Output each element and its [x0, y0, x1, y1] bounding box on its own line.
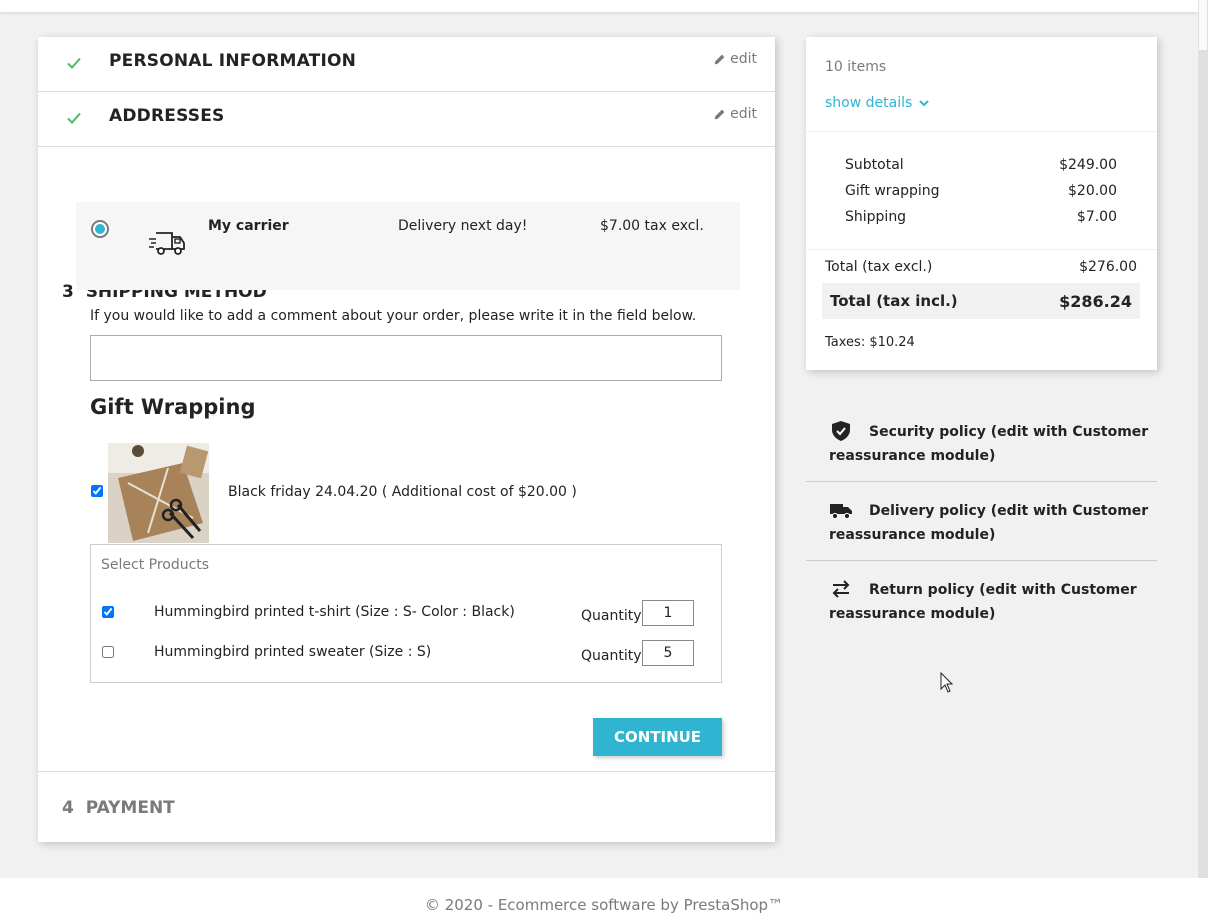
- summary-line-gift-wrapping: Gift wrapping $20.00: [845, 183, 1117, 199]
- gift-wrapping-title: Gift Wrapping: [90, 395, 256, 419]
- carrier-price: $7.00 tax excl.: [600, 218, 704, 234]
- cart-summary: 10 items show details Subtotal $249.00 G…: [806, 37, 1157, 370]
- step-title: PERSONAL INFORMATION: [109, 51, 357, 71]
- line-value: $249.00: [1059, 157, 1117, 173]
- reassurance-delivery: Delivery policy (edit with Customer reas…: [806, 482, 1157, 561]
- reassurance-text: Security policy (edit with Customer reas…: [829, 424, 1149, 464]
- product-row: Hummingbird printed t-shirt (Size : S- C…: [91, 600, 721, 630]
- line-label: Shipping: [845, 209, 907, 225]
- scrollbar-thumb[interactable]: [1199, 0, 1207, 50]
- divider: [806, 131, 1157, 132]
- reassurance-return: Return policy (edit with Customer reassu…: [806, 561, 1157, 640]
- gift-wrapping-image: [108, 443, 209, 543]
- footer: © 2020 - Ecommerce software by PrestaSho…: [0, 878, 1208, 920]
- carrier-name: My carrier: [208, 218, 289, 234]
- taxes-amount: Taxes: $10.24: [825, 335, 915, 350]
- chevron-down-icon: [919, 100, 929, 107]
- summary-line-shipping: Shipping $7.00: [845, 209, 1117, 225]
- reassurance-text: Delivery policy (edit with Customer reas…: [829, 503, 1149, 543]
- product-row: Hummingbird printed sweater (Size : S) Q…: [91, 640, 721, 670]
- edit-addresses-link[interactable]: edit: [713, 106, 757, 122]
- edit-label: edit: [730, 51, 757, 67]
- step-number: 4: [62, 798, 74, 818]
- show-details-label: show details: [825, 95, 913, 111]
- reassurance-block: Security policy (edit with Customer reas…: [806, 403, 1157, 640]
- product-checkbox[interactable]: [102, 606, 114, 618]
- reassurance-text: Return policy (edit with Customer reassu…: [829, 582, 1137, 622]
- quantity-label: Quantity: [581, 608, 642, 624]
- line-label: Subtotal: [845, 157, 904, 173]
- comment-label: If you would like to add a comment about…: [90, 308, 697, 324]
- top-bar: [0, 0, 1198, 12]
- total-incl-value: $286.24: [1059, 292, 1132, 311]
- truck-icon: [149, 232, 185, 255]
- total-excl-label: Total (tax excl.): [825, 259, 933, 275]
- line-label: Gift wrapping: [845, 183, 940, 199]
- quantity-input[interactable]: [642, 640, 694, 666]
- scrollbar[interactable]: [1198, 0, 1208, 878]
- step-title: 4 PAYMENT: [62, 798, 175, 818]
- step-number: 3: [62, 282, 74, 302]
- show-details-link[interactable]: show details: [825, 95, 930, 111]
- order-comment-textarea[interactable]: [90, 335, 722, 381]
- edit-personal-information-link[interactable]: edit: [713, 51, 757, 67]
- pencil-icon: [714, 109, 725, 119]
- total-tax-incl: Total (tax incl.) $286.24: [822, 283, 1140, 319]
- gift-wrapping-option-label: Black friday 24.04.20 ( Additional cost …: [228, 484, 577, 500]
- step-title-text: PAYMENT: [85, 798, 175, 818]
- pencil-icon: [714, 54, 725, 64]
- select-products-panel: Select Products Hummingbird printed t-sh…: [90, 544, 722, 683]
- mouse-cursor-icon: [940, 672, 954, 693]
- items-count: 10 items: [825, 59, 887, 75]
- radio-selected-dot: [95, 224, 105, 234]
- divider: [806, 249, 1157, 250]
- total-tax-excl: Total (tax excl.) $276.00: [825, 259, 1137, 275]
- carrier-delay: Delivery next day!: [398, 218, 528, 234]
- step-payment[interactable]: 4 PAYMENT: [38, 771, 775, 842]
- quantity-label: Quantity: [581, 648, 642, 664]
- carrier-option[interactable]: My carrier Delivery next day! $7.00 tax …: [76, 202, 740, 290]
- continue-button[interactable]: CONTINUE: [593, 718, 722, 756]
- step-addresses[interactable]: ADDRESSES edit: [38, 92, 775, 147]
- step-title: ADDRESSES: [109, 106, 225, 126]
- product-name: Hummingbird printed sweater (Size : S): [154, 644, 432, 660]
- carrier-radio[interactable]: [91, 220, 109, 238]
- checkmark-icon: [67, 57, 81, 69]
- checkmark-icon: [67, 112, 81, 124]
- gift-wrapping-checkbox[interactable]: [91, 485, 103, 497]
- edit-label: edit: [730, 106, 757, 122]
- quantity-input[interactable]: [642, 600, 694, 626]
- checkout-steps: PERSONAL INFORMATION edit ADDRESSES edit…: [38, 37, 775, 842]
- step-personal-information[interactable]: PERSONAL INFORMATION edit: [38, 37, 775, 92]
- product-name: Hummingbird printed t-shirt (Size : S- C…: [154, 604, 515, 620]
- select-products-title: Select Products: [101, 557, 210, 573]
- total-incl-label: Total (tax incl.): [830, 292, 958, 310]
- summary-line-subtotal: Subtotal $249.00: [845, 157, 1117, 173]
- reassurance-security: Security policy (edit with Customer reas…: [806, 403, 1157, 482]
- product-checkbox[interactable]: [102, 646, 114, 658]
- line-value: $7.00: [1076, 209, 1117, 225]
- footer-copyright: © 2020 - Ecommerce software by PrestaSho…: [424, 896, 784, 914]
- total-excl-value: $276.00: [1079, 259, 1137, 275]
- line-value: $20.00: [1068, 183, 1117, 199]
